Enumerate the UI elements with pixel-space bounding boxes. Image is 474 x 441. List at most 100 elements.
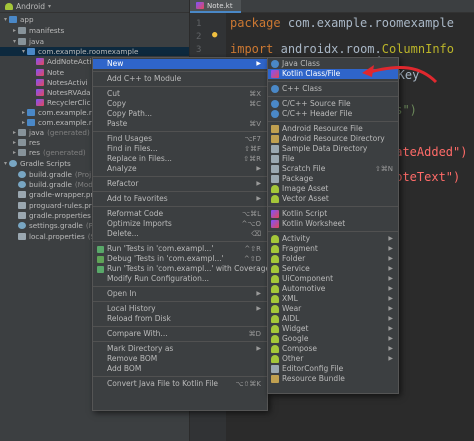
tree-item[interactable]: build.gradle (Proj [11, 170, 91, 179]
expand-arrow-icon[interactable]: ▸ [20, 108, 27, 117]
tree-item[interactable]: ▸ res (generated) [11, 148, 86, 157]
menu-item[interactable]: Reload from Disk [93, 314, 267, 324]
tree-item[interactable]: ▾ java [11, 37, 44, 46]
submenu-item[interactable]: Vector Asset [268, 194, 398, 204]
submenu-arrow-icon: ▶ [388, 275, 393, 282]
tree-item[interactable]: settings.gradle (Pr [11, 221, 96, 230]
tree-item[interactable]: RecyclerClic [29, 98, 91, 107]
tree-item[interactable]: NotesActivi [29, 78, 88, 87]
submenu-item[interactable]: Automotive ▶ [268, 284, 398, 294]
submenu-item-label: Image Asset [282, 184, 329, 193]
submenu-item[interactable]: Wear ▶ [268, 304, 398, 314]
expand-arrow-icon[interactable]: ▾ [11, 37, 18, 46]
folder-icon [18, 149, 26, 156]
tree-item[interactable]: ▸ com.example.roo [20, 118, 100, 127]
menu-item-label: Delete... [107, 229, 139, 238]
tree-item[interactable]: gradle.properties [11, 211, 91, 220]
submenu-item[interactable]: Package [268, 174, 398, 184]
tree-item[interactable]: ▸ res [11, 138, 40, 147]
tab-note-kt[interactable]: Note.kt [190, 0, 241, 13]
submenu-item[interactable]: Kotlin Worksheet [268, 219, 398, 229]
submenu-item[interactable]: Service ▶ [268, 264, 398, 274]
project-view-selector[interactable]: Android ▾ [0, 0, 189, 13]
menu-item[interactable]: Remove BOM [93, 354, 267, 364]
tree-item[interactable]: Note [29, 68, 64, 77]
menu-item[interactable]: Reformat Code ⌥⌘L [93, 209, 267, 219]
menu-item[interactable]: Find Usages ⌥F7 [93, 134, 267, 144]
submenu-item[interactable]: Google ▶ [268, 334, 398, 344]
tree-item-label: java [29, 37, 45, 46]
submenu-item[interactable]: Image Asset [268, 184, 398, 194]
submenu-item[interactable]: Compose ▶ [268, 344, 398, 354]
menu-item-shortcut: ⌫ [251, 230, 261, 238]
tree-item[interactable]: proguard-rules.pr [11, 201, 92, 210]
tree-item[interactable]: gradle-wrapper.pr [11, 190, 93, 199]
tree-item[interactable]: ▸ manifests [11, 26, 64, 35]
menu-item[interactable]: Replace in Files... ⇧⌘R [93, 154, 267, 164]
menu-item[interactable]: Cut ⌘X [93, 89, 267, 99]
submenu-item[interactable]: Other ▶ [268, 354, 398, 364]
submenu-arrow-icon: ▶ [256, 345, 261, 352]
tree-item[interactable]: NotesRVAda [29, 88, 91, 97]
submenu-item[interactable]: AIDL ▶ [268, 314, 398, 324]
menu-item[interactable]: Copy ⌘C [93, 99, 267, 109]
menu-item[interactable]: Convert Java File to Kotlin File ⌥⇧⌘K [93, 379, 267, 389]
submenu-item[interactable]: Android Resource Directory [268, 134, 398, 144]
submenu-item[interactable]: File [268, 154, 398, 164]
submenu-item[interactable]: C/C++ Header File [268, 109, 398, 119]
submenu-item[interactable]: Activity ▶ [268, 234, 398, 244]
tree-item[interactable]: build.gradle (Modu [11, 180, 97, 189]
tree-item[interactable]: AddNoteActi [29, 57, 92, 66]
menu-item[interactable]: Add BOM [93, 364, 267, 374]
expand-arrow-icon[interactable]: ▸ [11, 138, 18, 147]
expand-arrow-icon[interactable]: ▸ [11, 26, 18, 35]
menu-item[interactable]: Add to Favorites ▶ [93, 194, 267, 204]
submenu-item[interactable]: Android Resource File [268, 124, 398, 134]
expand-arrow-icon[interactable]: ▾ [2, 159, 9, 168]
menu-item[interactable]: Find in Files... ⇧⌘F [93, 144, 267, 154]
menu-item[interactable]: Local History ▶ [93, 304, 267, 314]
tree-item[interactable]: ▾ Gradle Scripts [2, 159, 71, 168]
submenu-item[interactable]: Scratch File ⇧⌘N [268, 164, 398, 174]
menu-item-label: Remove BOM [107, 354, 158, 363]
menu-item[interactable]: Refactor ▶ [93, 179, 267, 189]
menu-item[interactable]: Copy Path... [93, 109, 267, 119]
submenu-item[interactable]: Sample Data Directory [268, 144, 398, 154]
tree-item[interactable]: local.properties(S [11, 232, 95, 241]
menu-item[interactable]: Modify Run Configuration... [93, 274, 267, 284]
menu-item[interactable]: Delete... ⌫ [93, 229, 267, 239]
menu-item[interactable]: Run 'Tests in 'com.exampl...' with Cover… [93, 264, 270, 274]
submenu-item[interactable]: Folder ▶ [268, 254, 398, 264]
menu-item[interactable]: Analyze ▶ [93, 164, 267, 174]
submenu-item[interactable]: XML ▶ [268, 294, 398, 304]
submenu-item[interactable]: Kotlin Script [268, 209, 398, 219]
menu-item[interactable]: Run 'Tests in 'com.exampl...' ^⇧R [93, 244, 267, 254]
expand-arrow-icon[interactable]: ▸ [11, 128, 18, 137]
expand-arrow-icon[interactable]: ▸ [11, 148, 18, 157]
tree-item[interactable]: ▸ com.example.roo [20, 108, 100, 117]
tree-item[interactable]: ▾ com.example.roomexample [0, 47, 189, 56]
submenu-item[interactable]: Widget ▶ [268, 324, 398, 334]
menu-item[interactable]: Optimize Imports ^⌥O [93, 219, 267, 229]
submenu-arrow-icon: ▶ [388, 305, 393, 312]
tree-item-label: Note [47, 68, 65, 77]
menu-item[interactable]: Open In ▶ [93, 289, 267, 299]
submenu-item[interactable]: Fragment ▶ [268, 244, 398, 254]
tree-item[interactable]: ▸ java (generated) [11, 128, 90, 137]
menu-item[interactable]: Debug 'Tests in 'com.exampl...' ^⇧D [93, 254, 267, 264]
expand-arrow-icon[interactable]: ▾ [2, 15, 9, 24]
submenu-item[interactable]: Resource Bundle [268, 374, 398, 384]
menu-item-shortcut: ⌘D [248, 330, 261, 338]
menu-item[interactable]: Paste ⌘V [93, 119, 267, 129]
submenu-item[interactable]: EditorConfig File [268, 364, 398, 374]
expand-arrow-icon[interactable]: ▾ [20, 47, 27, 56]
tree-item[interactable]: ▾ app [2, 15, 34, 24]
menu-item[interactable]: New ▶ [93, 59, 267, 69]
menu-item[interactable]: Add C++ to Module [93, 74, 267, 84]
expand-arrow-icon[interactable]: ▸ [20, 118, 27, 127]
menu-item[interactable]: Mark Directory as ▶ [93, 344, 267, 354]
menu-item[interactable]: Compare With... ⌘D [93, 329, 267, 339]
lightbulb-icon[interactable]: ● [212, 30, 217, 40]
tree-item-label: com.example.roomexample [38, 47, 139, 56]
submenu-item[interactable]: UiComponent ▶ [268, 274, 398, 284]
